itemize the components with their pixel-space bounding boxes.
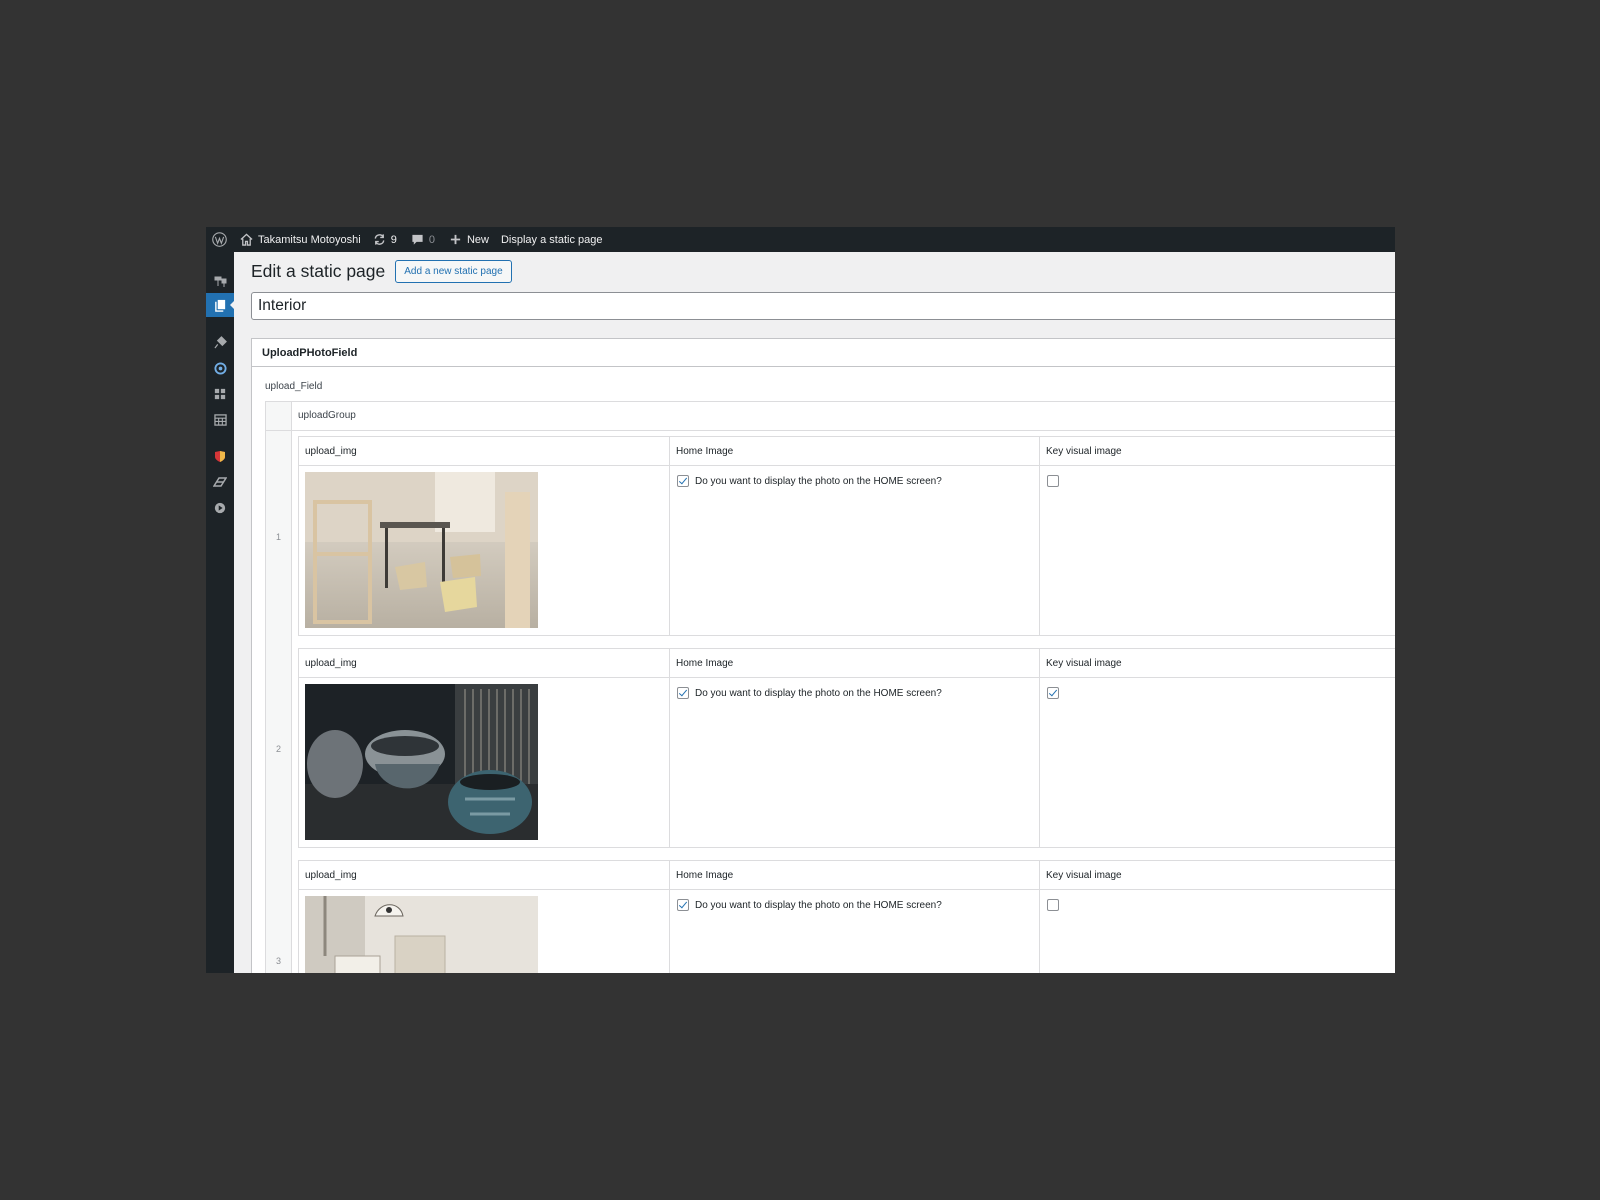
key-visual-cell: Key visual image bbox=[1039, 861, 1395, 973]
key-visual-checkbox[interactable] bbox=[1047, 475, 1059, 487]
upload-img-cell: upload_img bbox=[299, 437, 669, 635]
wave-logo-icon bbox=[213, 477, 227, 487]
shield-logo-icon bbox=[215, 450, 225, 462]
upload-img-cell: upload_img bbox=[299, 649, 669, 847]
home-image-label: Do you want to display the photo on the … bbox=[695, 475, 942, 487]
column-header-home: Home Image bbox=[676, 658, 734, 669]
updates-count: 9 bbox=[390, 233, 397, 246]
row-number[interactable]: 1 bbox=[266, 532, 291, 542]
page-title: Edit a static page bbox=[251, 261, 386, 281]
new-label: New bbox=[466, 233, 489, 246]
repeater-header: uploadGroup bbox=[266, 402, 1395, 431]
menu-item-table[interactable] bbox=[206, 408, 234, 432]
home-image-option[interactable]: Do you want to display the photo on the … bbox=[677, 899, 942, 911]
key-visual-checkbox[interactable] bbox=[1047, 899, 1059, 911]
main-content: Edit a static page Add a new static page… bbox=[234, 252, 1395, 973]
comment-icon bbox=[412, 234, 423, 245]
menu-item-plugin-brand[interactable] bbox=[206, 444, 234, 468]
menu-item-custom-fields[interactable] bbox=[206, 470, 234, 494]
comments-link[interactable]: 0 bbox=[411, 233, 435, 246]
comments-count: 0 bbox=[428, 233, 435, 246]
table-icon bbox=[213, 414, 227, 426]
rows-gutter bbox=[266, 431, 292, 973]
uploaded-image-thumbnail[interactable] bbox=[305, 896, 538, 973]
metabox-title[interactable]: UploadPHotoField bbox=[252, 339, 1395, 367]
repeater-row: upload_img Home Image Do you want to dis… bbox=[298, 648, 1395, 848]
home-image-label: Do you want to display the photo on the … bbox=[695, 899, 942, 911]
home-image-checkbox[interactable] bbox=[677, 475, 689, 487]
site-name: Takamitsu Motoyoshi bbox=[258, 233, 361, 246]
column-header-key: Key visual image bbox=[1046, 658, 1122, 669]
column-header-img: upload_img bbox=[305, 658, 357, 669]
menu-item-media-player[interactable] bbox=[206, 496, 234, 520]
home-image-label: Do you want to display the photo on the … bbox=[695, 687, 942, 699]
menu-item-pages[interactable] bbox=[206, 293, 235, 317]
column-header-home: Home Image bbox=[676, 870, 734, 881]
view-page-link[interactable]: Display a static page bbox=[501, 234, 603, 246]
gutter-header bbox=[266, 402, 292, 430]
pages-icon bbox=[214, 299, 225, 312]
field-label: upload_Field bbox=[265, 381, 323, 392]
pin-icon bbox=[214, 276, 227, 287]
new-content-link[interactable]: New bbox=[449, 233, 489, 246]
play-circle-icon bbox=[214, 502, 226, 514]
column-header-key: Key visual image bbox=[1046, 446, 1122, 457]
home-image-cell: Home Image Do you want to display the ph… bbox=[669, 437, 1040, 635]
home-image-option[interactable]: Do you want to display the photo on the … bbox=[677, 687, 942, 699]
column-header-home: Home Image bbox=[676, 446, 734, 457]
add-new-page-button[interactable]: Add a new static page bbox=[395, 260, 512, 283]
home-image-checkbox[interactable] bbox=[677, 899, 689, 911]
site-name-link[interactable]: Takamitsu Motoyoshi bbox=[240, 233, 361, 246]
circle-logo-icon bbox=[213, 361, 227, 375]
menu-item-plugins[interactable] bbox=[206, 330, 234, 354]
home-image-cell: Home Image Do you want to display the ph… bbox=[669, 861, 1040, 973]
row-number[interactable]: 2 bbox=[266, 744, 291, 754]
repeater-table: uploadGroup 1 upload_img Home Image Do y… bbox=[265, 401, 1395, 973]
column-header-img: upload_img bbox=[305, 446, 357, 457]
home-image-option[interactable]: Do you want to display the photo on the … bbox=[677, 475, 942, 487]
repeater-row: upload_img Home Image Do you want to dis… bbox=[298, 436, 1395, 636]
post-title-input[interactable] bbox=[251, 292, 1395, 320]
column-header-key: Key visual image bbox=[1046, 870, 1122, 881]
menu-item-posts[interactable] bbox=[206, 269, 234, 293]
updates-link[interactable]: 9 bbox=[373, 233, 397, 246]
admin-bar: Takamitsu Motoyoshi 9 0 New Display a st… bbox=[206, 227, 1395, 252]
uploaded-image-thumbnail[interactable] bbox=[305, 684, 538, 840]
key-visual-cell: Key visual image bbox=[1039, 437, 1395, 635]
plus-icon bbox=[450, 234, 461, 245]
key-visual-option[interactable] bbox=[1047, 687, 1059, 699]
upload-photo-metabox: UploadPHotoField upload_Field uploadGrou… bbox=[251, 338, 1395, 973]
browser-frame: Takamitsu Motoyoshi 9 0 New Display a st… bbox=[206, 227, 1395, 973]
key-visual-checkbox[interactable] bbox=[1047, 687, 1059, 699]
blocks-icon bbox=[214, 388, 226, 400]
menu-item-custom[interactable] bbox=[206, 356, 234, 380]
updates-icon bbox=[374, 234, 385, 245]
home-image-checkbox[interactable] bbox=[677, 687, 689, 699]
key-visual-option[interactable] bbox=[1047, 475, 1059, 487]
page-heading: Edit a static page Add a new static page bbox=[251, 260, 512, 283]
plugin-icon bbox=[213, 335, 227, 348]
row-number[interactable]: 3 bbox=[266, 956, 291, 966]
admin-side-menu bbox=[206, 252, 235, 973]
repeater-row: upload_img Home Image Do you want to dis… bbox=[298, 860, 1395, 973]
upload-img-cell: upload_img bbox=[299, 861, 669, 973]
view-label: Display a static page bbox=[500, 233, 603, 246]
home-image-cell: Home Image Do you want to display the ph… bbox=[669, 649, 1040, 847]
wordpress-logo-icon[interactable] bbox=[206, 227, 232, 252]
menu-item-blocks[interactable] bbox=[206, 382, 234, 406]
key-visual-option[interactable] bbox=[1047, 899, 1059, 911]
uploaded-image-thumbnail[interactable] bbox=[305, 472, 538, 628]
group-label: uploadGroup bbox=[298, 410, 356, 421]
home-icon bbox=[240, 233, 253, 246]
key-visual-cell: Key visual image bbox=[1039, 649, 1395, 847]
column-header-img: upload_img bbox=[305, 870, 357, 881]
